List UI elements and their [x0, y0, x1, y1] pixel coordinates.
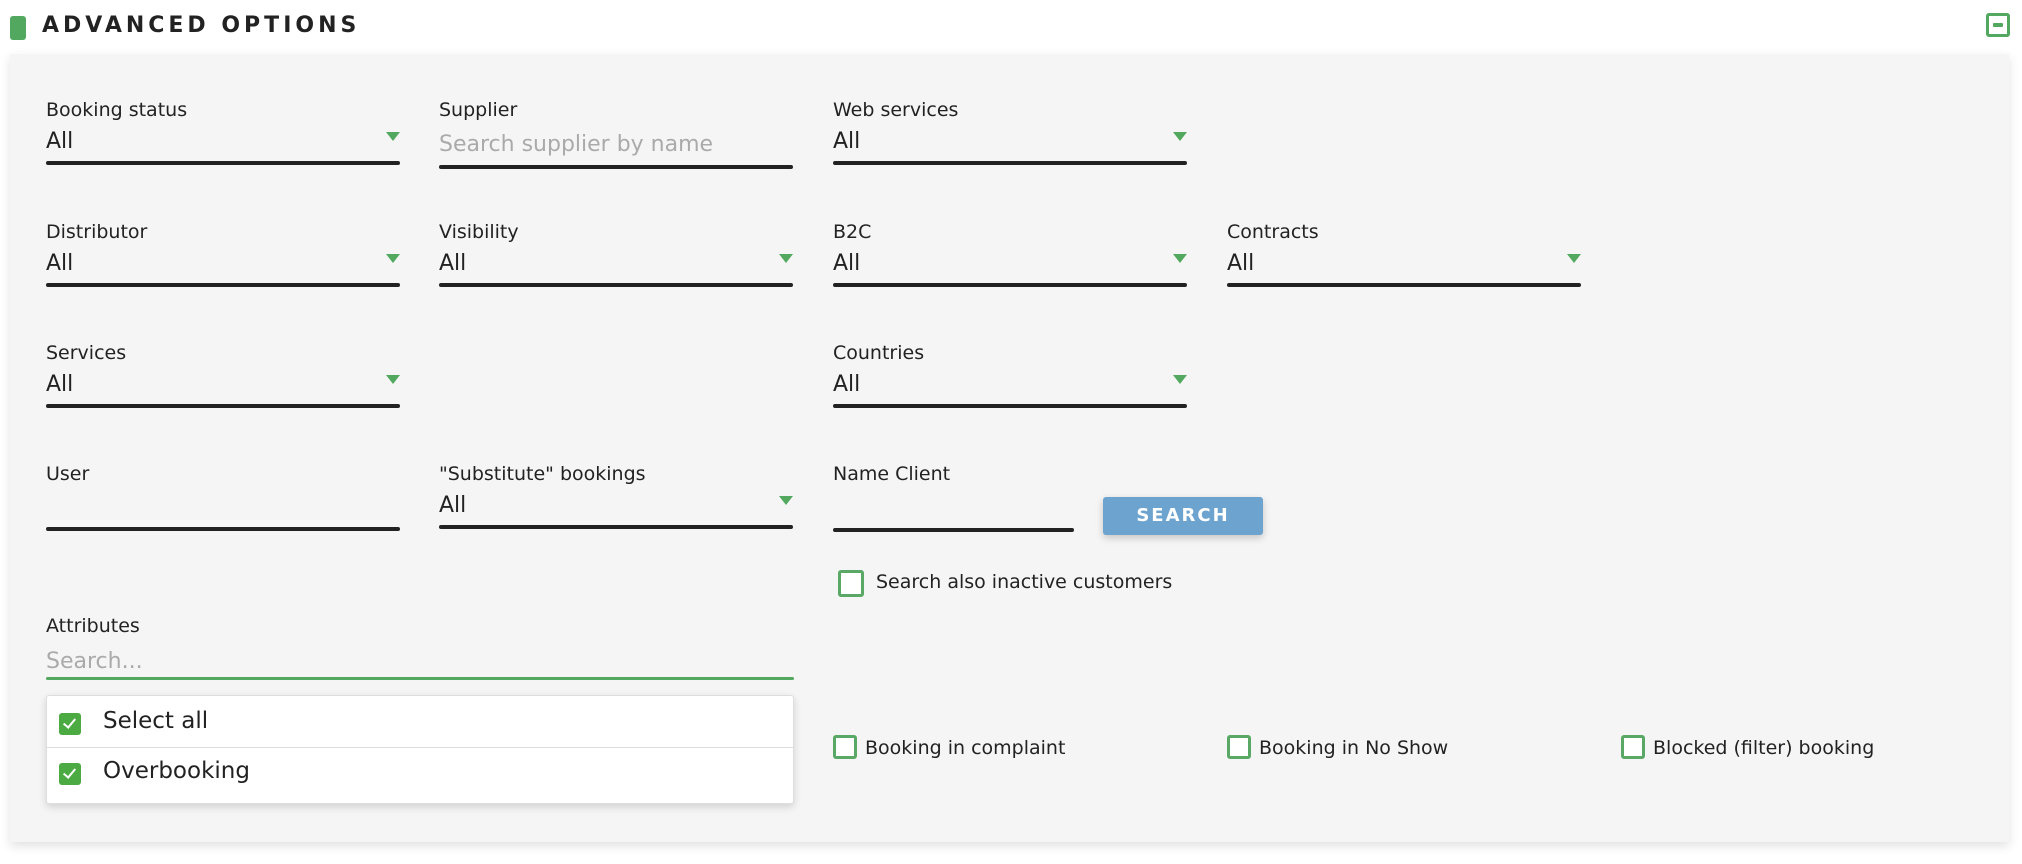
- chevron-down-icon: [1173, 254, 1187, 263]
- name-client-underline: [833, 528, 1074, 532]
- section-title: ADVANCED OPTIONS: [42, 13, 361, 38]
- attributes-dropdown: Select all Overbooking: [46, 695, 794, 804]
- booking-status-label: Booking status: [46, 99, 188, 121]
- search-button[interactable]: SEARCH: [1103, 497, 1263, 535]
- name-client-input[interactable]: Name Client: [833, 463, 1074, 533]
- supplier-placeholder: Search supplier by name: [439, 132, 714, 157]
- dropdown-item-label: Select all: [103, 708, 209, 734]
- countries-select[interactable]: Countries All: [833, 342, 1187, 412]
- substitute-bookings-value: All: [439, 493, 467, 518]
- services-label: Services: [46, 342, 127, 364]
- supplier-underline: [439, 165, 793, 169]
- web-services-label: Web services: [833, 99, 959, 121]
- distributor-value: All: [46, 251, 74, 276]
- distributor-label: Distributor: [46, 221, 148, 243]
- contracts-select[interactable]: Contracts All: [1227, 221, 1581, 291]
- dropdown-item-label: Overbooking: [103, 758, 250, 784]
- substitute-bookings-select[interactable]: "Substitute" bookings All: [439, 463, 793, 533]
- booking-status-value: All: [46, 129, 74, 154]
- booking-status-select[interactable]: Booking status All: [46, 99, 400, 169]
- user-label: User: [46, 463, 90, 485]
- user-underline: [46, 527, 400, 531]
- supplier-label: Supplier: [439, 99, 518, 121]
- booking-in-no-show-label: Booking in No Show: [1259, 737, 1449, 759]
- dropdown-item-overbooking[interactable]: Overbooking: [47, 749, 793, 801]
- inactive-customers-label: Search also inactive customers: [876, 571, 1173, 593]
- chevron-down-icon: [386, 132, 400, 141]
- attributes-search-input[interactable]: Attributes Search...: [46, 615, 794, 680]
- section-header: ADVANCED OPTIONS: [0, 0, 2022, 52]
- checkbox-checked-icon[interactable]: [59, 713, 81, 735]
- booking-status-underline: [46, 161, 400, 165]
- blocked-booking-checkbox[interactable]: [1621, 735, 1645, 759]
- booking-in-no-show-checkbox[interactable]: [1227, 735, 1251, 759]
- chevron-down-icon: [1173, 132, 1187, 141]
- b2c-underline: [833, 283, 1187, 287]
- b2c-label: B2C: [833, 221, 872, 243]
- chevron-down-icon: [1567, 254, 1581, 263]
- checkbox-checked-icon[interactable]: [59, 763, 81, 785]
- substitute-bookings-underline: [439, 525, 793, 529]
- user-input[interactable]: User: [46, 463, 400, 533]
- distributor-select[interactable]: Distributor All: [46, 221, 400, 291]
- b2c-select[interactable]: B2C All: [833, 221, 1187, 291]
- name-client-label: Name Client: [833, 463, 951, 485]
- distributor-underline: [46, 283, 400, 287]
- section-marker-icon: [10, 16, 26, 40]
- attributes-placeholder: Search...: [46, 649, 143, 674]
- chevron-down-icon: [386, 375, 400, 384]
- visibility-underline: [439, 283, 793, 287]
- contracts-value: All: [1227, 251, 1255, 276]
- visibility-value: All: [439, 251, 467, 276]
- attributes-label: Attributes: [46, 615, 140, 637]
- attributes-underline: [46, 677, 794, 680]
- chevron-down-icon: [1173, 375, 1187, 384]
- countries-label: Countries: [833, 342, 925, 364]
- contracts-label: Contracts: [1227, 221, 1319, 243]
- substitute-bookings-label: "Substitute" bookings: [439, 463, 646, 485]
- supplier-input[interactable]: Supplier Search supplier by name: [439, 99, 793, 169]
- collapse-minus-icon[interactable]: [1986, 13, 2010, 37]
- services-select[interactable]: Services All: [46, 342, 400, 412]
- web-services-underline: [833, 161, 1187, 165]
- countries-underline: [833, 404, 1187, 408]
- contracts-underline: [1227, 283, 1581, 287]
- web-services-select[interactable]: Web services All: [833, 99, 1187, 169]
- dropdown-item-select-all[interactable]: Select all: [47, 696, 793, 748]
- countries-value: All: [833, 372, 861, 397]
- booking-in-complaint-checkbox[interactable]: [833, 735, 857, 759]
- services-value: All: [46, 372, 74, 397]
- booking-in-complaint-label: Booking in complaint: [865, 737, 1066, 759]
- chevron-down-icon: [386, 254, 400, 263]
- b2c-value: All: [833, 251, 861, 276]
- visibility-select[interactable]: Visibility All: [439, 221, 793, 291]
- inactive-customers-checkbox[interactable]: [838, 570, 864, 597]
- web-services-value: All: [833, 129, 861, 154]
- chevron-down-icon: [779, 254, 793, 263]
- visibility-label: Visibility: [439, 221, 519, 243]
- services-underline: [46, 404, 400, 408]
- chevron-down-icon: [779, 496, 793, 505]
- blocked-booking-label: Blocked (filter) booking: [1653, 737, 1875, 759]
